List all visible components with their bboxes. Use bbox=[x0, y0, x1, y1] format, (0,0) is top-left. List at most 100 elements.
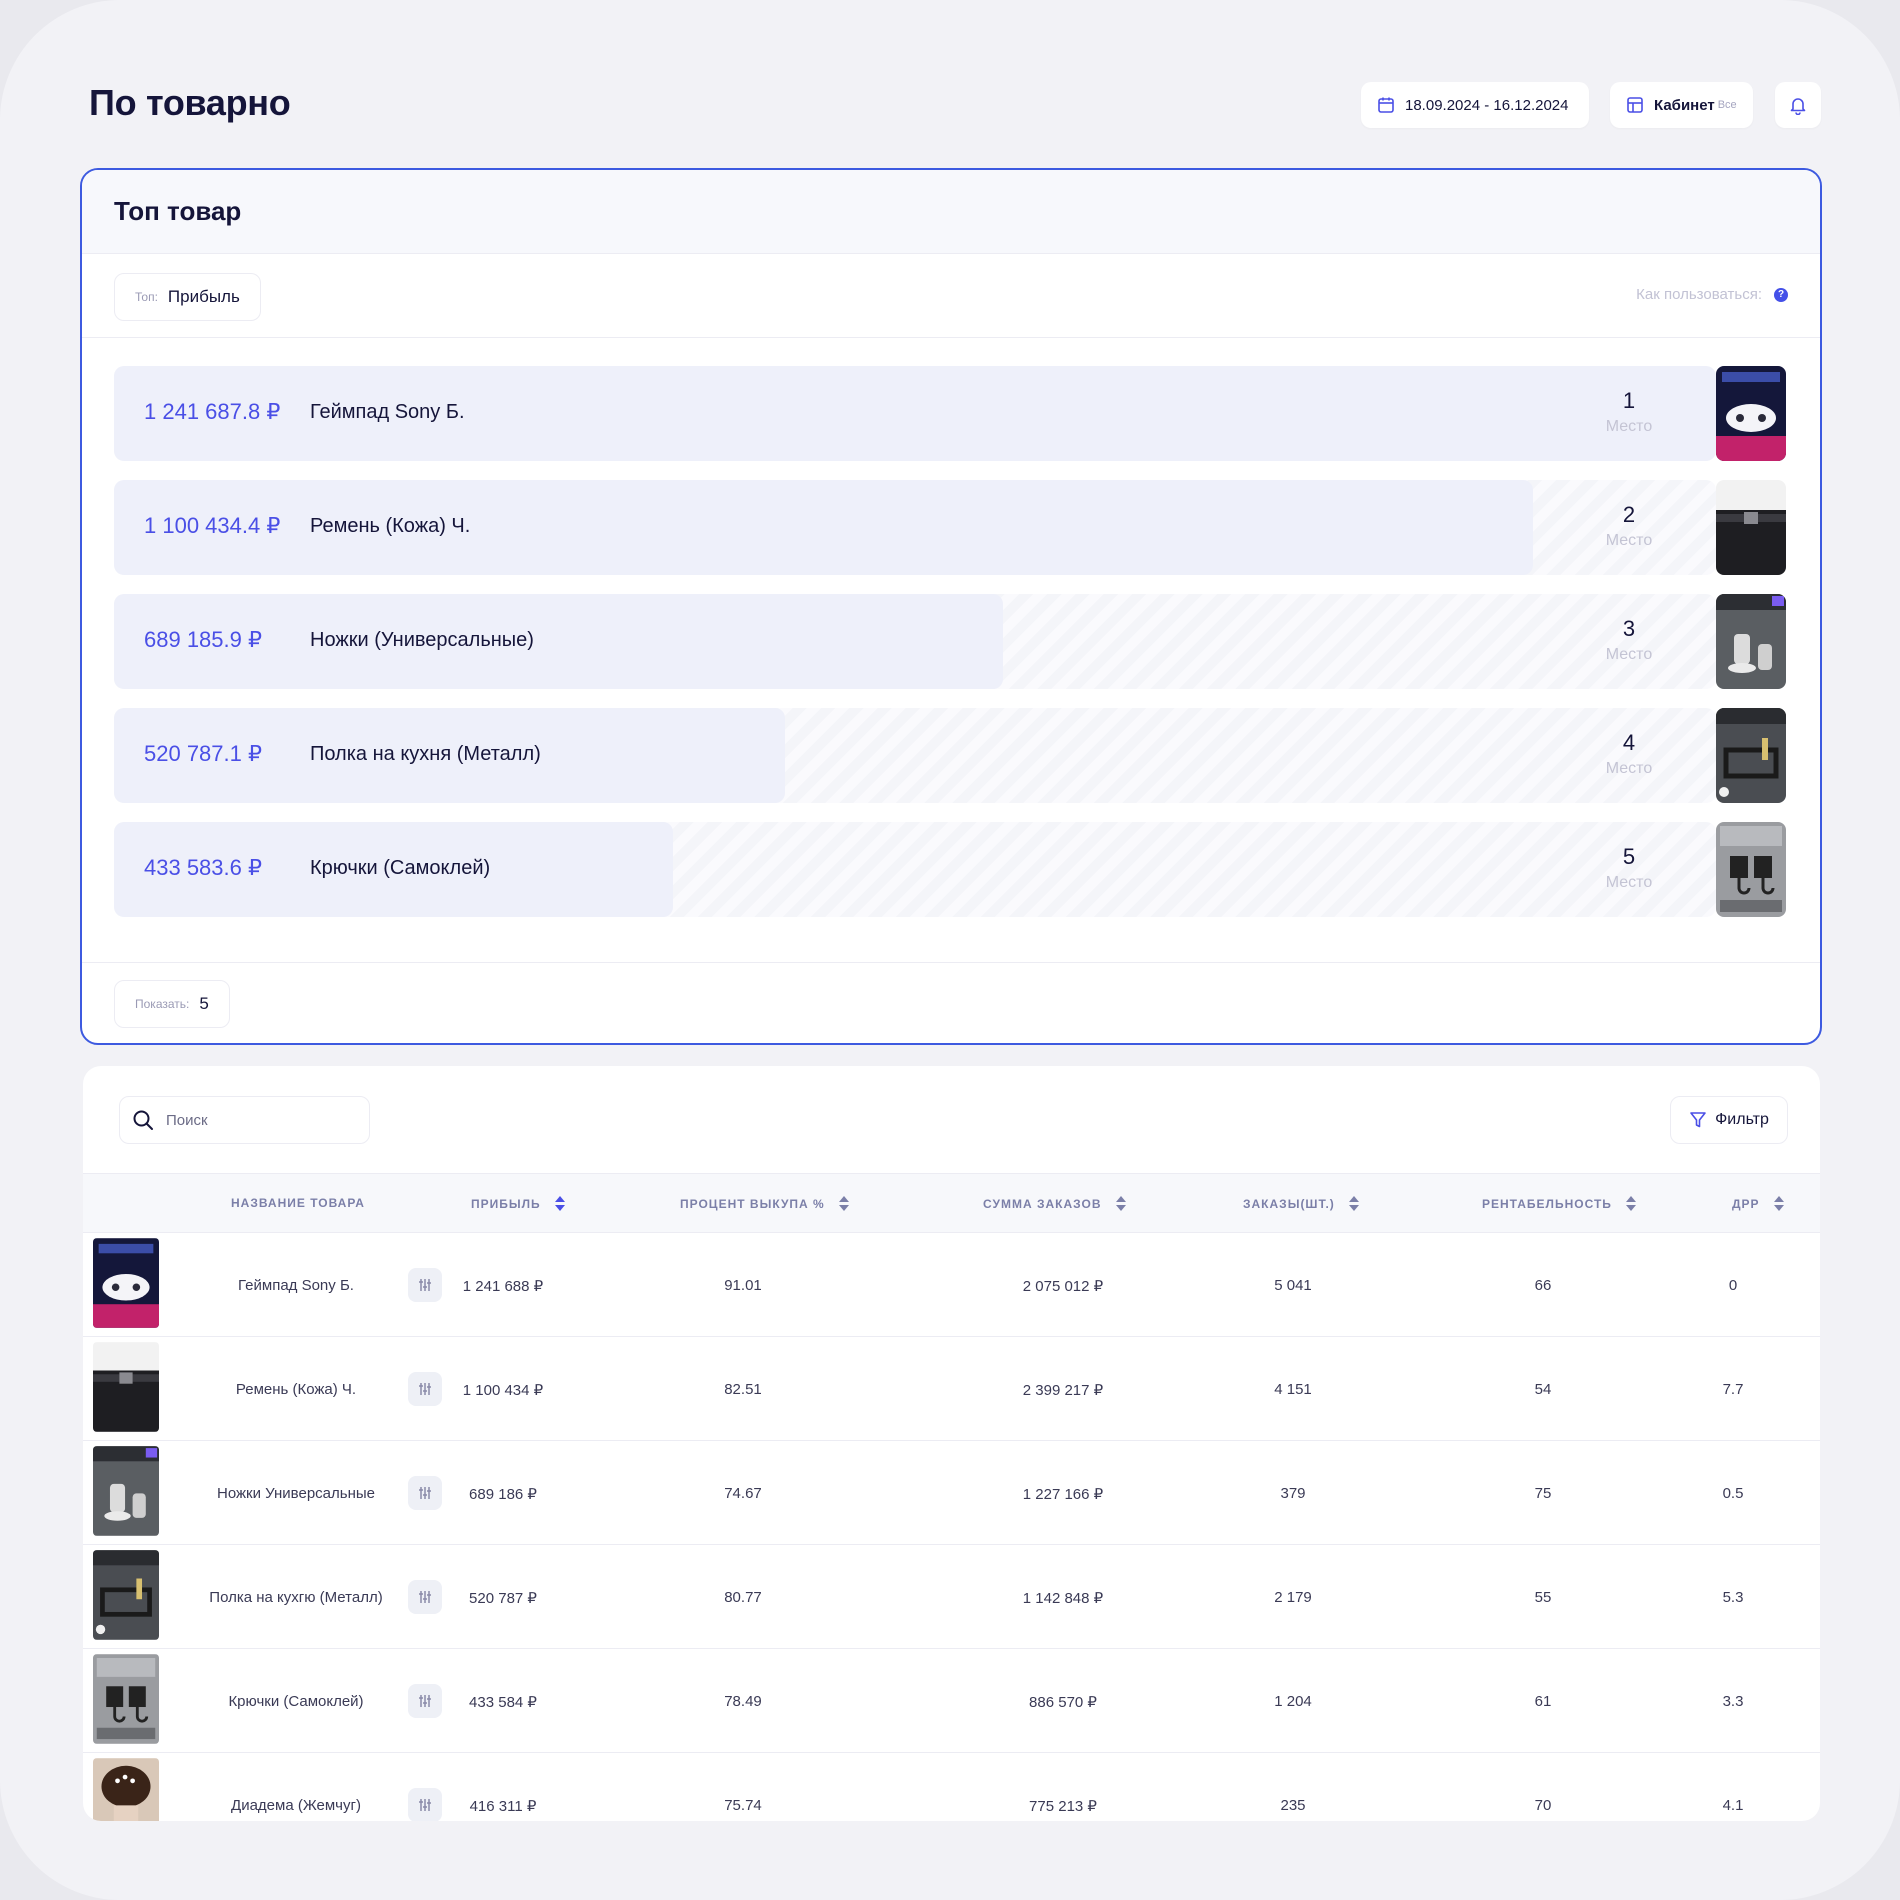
col-header-rent[interactable]: Рентабельность bbox=[1482, 1196, 1636, 1212]
rank-place-caption: Место bbox=[1605, 532, 1653, 549]
rank-place-number: 5 bbox=[1622, 844, 1636, 869]
cell-pct: 91.01 bbox=[724, 1277, 762, 1294]
cell-sum: 1 227 166 ₽ bbox=[1022, 1486, 1104, 1503]
col-header-profit[interactable]: Прибыль bbox=[471, 1196, 565, 1212]
shelf-thumbnail bbox=[1716, 708, 1786, 803]
rank-place: 5 Место bbox=[1594, 844, 1664, 892]
rank-row[interactable]: 1 241 687.8 ₽ Геймпад Sony Б. 1 Место bbox=[114, 366, 1786, 461]
settings-icon[interactable] bbox=[408, 1684, 442, 1718]
rank-place: 1 Место bbox=[1594, 388, 1664, 436]
top-metric-select[interactable]: Топ: Прибыль bbox=[114, 273, 261, 321]
cell-sum: 775 213 ₽ bbox=[1029, 1798, 1097, 1815]
show-count-label: Показать: bbox=[135, 997, 190, 1011]
bell-icon bbox=[1790, 98, 1806, 115]
table-row[interactable]: Геймпад Sony Б. 1 241 688 ₽ 91.01 2 075 … bbox=[83, 1233, 1820, 1337]
date-range-button[interactable]: 18.09.2024 - 16.12.2024 bbox=[1361, 82, 1589, 128]
cell-rent: 66 bbox=[1534, 1277, 1552, 1294]
col-header-drr-label: ДРР bbox=[1732, 1197, 1760, 1211]
col-header-rent-label: Рентабельность bbox=[1482, 1197, 1612, 1211]
search-box[interactable] bbox=[119, 1096, 370, 1144]
rank-place-number: 3 bbox=[1622, 616, 1636, 641]
cell-sum: 886 570 ₽ bbox=[1029, 1694, 1097, 1711]
how-to-use-label: Как пользоваться: bbox=[1636, 286, 1762, 303]
col-header-orders[interactable]: Заказы(шт.) bbox=[1243, 1196, 1359, 1212]
filter-button[interactable]: Фильтр bbox=[1670, 1096, 1788, 1144]
date-range-text: 18.09.2024 - 16.12.2024 bbox=[1405, 96, 1569, 114]
rank-place-number: 4 bbox=[1622, 730, 1636, 755]
rank-row[interactable]: 520 787.1 ₽ Полка на кухня (Металл) 4 Ме… bbox=[114, 708, 1786, 803]
rank-place-caption: Место bbox=[1605, 418, 1653, 435]
cell-name: Диадема (Жемчуг) bbox=[231, 1797, 361, 1814]
col-header-name-label: Название товара bbox=[231, 1196, 365, 1210]
sort-icon[interactable] bbox=[1115, 1196, 1126, 1212]
cell-profit: 1 100 434 ₽ bbox=[462, 1382, 544, 1399]
cell-orders: 379 bbox=[1280, 1485, 1306, 1502]
cell-pct: 78.49 bbox=[724, 1693, 762, 1710]
how-to-use-link[interactable]: Как пользоваться: ? bbox=[1636, 286, 1788, 303]
top-card-header: Топ товар bbox=[82, 170, 1820, 254]
table-row[interactable]: Ножки Универсальные 689 186 ₽ 74.67 1 22… bbox=[83, 1441, 1820, 1545]
help-icon[interactable]: ? bbox=[1774, 287, 1788, 302]
belt-thumbnail bbox=[1716, 480, 1786, 575]
cell-drr: 0.5 bbox=[1722, 1485, 1744, 1502]
rank-place-number: 2 bbox=[1622, 502, 1636, 527]
rank-place: 2 Место bbox=[1594, 502, 1664, 550]
rank-place: 3 Место bbox=[1594, 616, 1664, 664]
cell-name: Ножки Универсальные bbox=[217, 1485, 375, 1502]
cabinet-button[interactable]: Кабинет Все bbox=[1610, 82, 1753, 128]
settings-icon[interactable] bbox=[408, 1372, 442, 1406]
cell-orders: 4 151 bbox=[1274, 1381, 1312, 1398]
cell-profit: 416 311 ₽ bbox=[469, 1798, 537, 1815]
notifications-button[interactable] bbox=[1775, 82, 1821, 128]
sort-icon[interactable] bbox=[838, 1196, 849, 1212]
table-row[interactable]: Ремень (Кожа) Ч. 1 100 434 ₽ 82.51 2 399… bbox=[83, 1337, 1820, 1441]
cell-sum: 2 399 217 ₽ bbox=[1022, 1382, 1104, 1399]
settings-icon[interactable] bbox=[408, 1788, 442, 1821]
product-image bbox=[93, 1342, 159, 1432]
cell-drr: 5.3 bbox=[1722, 1589, 1744, 1606]
rank-row[interactable]: 433 583.6 ₽ Крючки (Самоклей) 5 Место bbox=[114, 822, 1786, 917]
calendar-icon bbox=[1378, 97, 1394, 113]
table-row[interactable]: Полка на кухгю (Металл) 520 787 ₽ 80.77 … bbox=[83, 1545, 1820, 1649]
col-header-pct[interactable]: Процент выкупа % bbox=[680, 1196, 849, 1212]
sort-icon[interactable] bbox=[1348, 1196, 1359, 1212]
legs-thumbnail bbox=[1716, 594, 1786, 689]
rank-value: 520 787.1 ₽ bbox=[144, 741, 262, 766]
show-count-select[interactable]: Показать: 5 bbox=[114, 980, 230, 1028]
search-input[interactable] bbox=[166, 1111, 346, 1129]
cell-sum: 1 142 848 ₽ bbox=[1022, 1590, 1104, 1607]
cell-rent: 54 bbox=[1534, 1381, 1552, 1398]
sort-icon[interactable] bbox=[1625, 1196, 1636, 1212]
cell-pct: 74.67 bbox=[724, 1485, 762, 1502]
gamepad-thumbnail bbox=[1716, 366, 1786, 461]
rank-product-name: Геймпад Sony Б. bbox=[310, 401, 465, 423]
rank-product-name: Ножки (Универсальные) bbox=[310, 629, 534, 651]
sort-icon[interactable] bbox=[554, 1196, 565, 1212]
layout-icon bbox=[1627, 97, 1643, 113]
rank-row[interactable]: 689 185.9 ₽ Ножки (Универсальные) 3 Мест… bbox=[114, 594, 1786, 689]
top-card-title: Топ товар bbox=[114, 196, 242, 226]
settings-icon[interactable] bbox=[408, 1476, 442, 1510]
rank-value: 1 241 687.8 ₽ bbox=[144, 399, 281, 424]
cell-profit: 520 787 ₽ bbox=[469, 1590, 537, 1607]
table-row[interactable]: Крючки (Самоклей) 433 584 ₽ 78.49 886 57… bbox=[83, 1649, 1820, 1753]
col-header-sum[interactable]: Сумма заказов bbox=[983, 1196, 1126, 1212]
table-row[interactable]: Диадема (Жемчуг) 416 311 ₽ 75.74 775 213… bbox=[83, 1753, 1820, 1821]
top-metric-value: Прибыль bbox=[167, 287, 240, 306]
top-card-divider bbox=[82, 962, 1820, 963]
col-header-name[interactable]: Название товара bbox=[231, 1196, 365, 1210]
top-card-toolbar: Топ: Прибыль Как пользоваться: ? bbox=[82, 254, 1820, 338]
rank-row[interactable]: 1 100 434.4 ₽ Ремень (Кожа) Ч. 2 Место bbox=[114, 480, 1786, 575]
hooks-thumbnail bbox=[1716, 822, 1786, 917]
product-image bbox=[93, 1654, 159, 1744]
top-products-card: Топ товар Топ: Прибыль Как пользоваться:… bbox=[80, 168, 1822, 1045]
sort-icon[interactable] bbox=[1773, 1196, 1784, 1212]
col-header-drr[interactable]: ДРР bbox=[1732, 1196, 1784, 1212]
settings-icon[interactable] bbox=[408, 1268, 442, 1302]
product-image bbox=[93, 1446, 159, 1536]
cell-orders: 1 204 bbox=[1274, 1693, 1312, 1710]
search-icon bbox=[133, 1110, 153, 1130]
settings-icon[interactable] bbox=[408, 1580, 442, 1614]
cell-rent: 55 bbox=[1534, 1589, 1552, 1606]
cell-drr: 7.7 bbox=[1722, 1381, 1744, 1398]
